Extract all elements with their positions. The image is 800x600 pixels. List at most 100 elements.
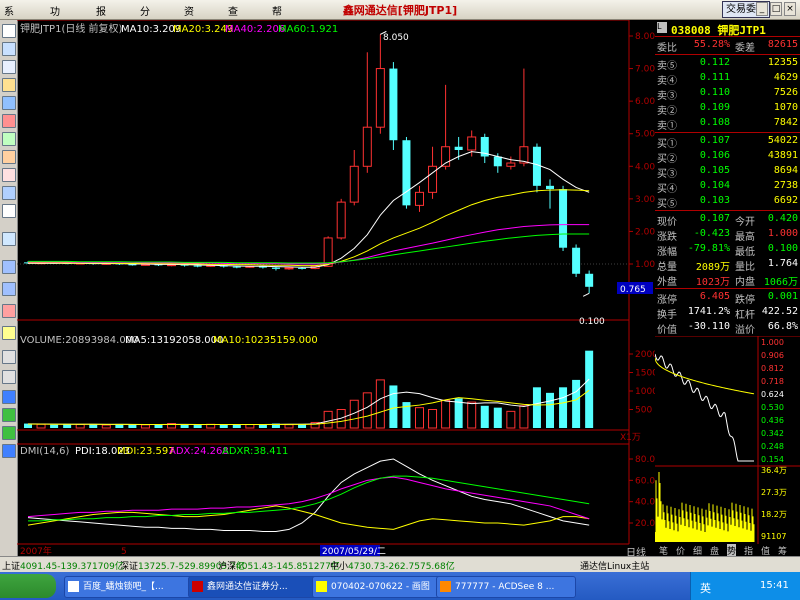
price-legend-ma60: MA60:1.921 xyxy=(278,24,338,35)
limit-label: 换手 xyxy=(657,310,677,321)
volume-bar xyxy=(180,424,189,428)
stat-value: 0.100 xyxy=(767,243,798,254)
divider xyxy=(655,54,800,55)
limit-value: 0.001 xyxy=(767,291,798,302)
kdj-icon[interactable] xyxy=(2,282,16,296)
maximize-button[interactable]: □ xyxy=(770,2,782,16)
volume-bar xyxy=(480,405,489,428)
close-button[interactable]: × xyxy=(784,2,796,16)
limit-value: 422.52 xyxy=(761,306,798,317)
volume-bar xyxy=(323,410,333,429)
bolling-icon[interactable] xyxy=(2,326,16,340)
x-axis-date: 2007/05/29/二 xyxy=(322,547,386,556)
quote-row: 卖④ 0.111 4629 xyxy=(655,71,800,87)
page-icon[interactable] xyxy=(2,204,16,218)
task-tdx[interactable]: 鑫网通达信证券分... xyxy=(188,576,328,598)
buy-price: 0.106 xyxy=(699,150,730,161)
task-paint[interactable]: 070402-070622 - 画图 xyxy=(312,576,452,598)
mini-price-label: 0.530 xyxy=(761,403,784,412)
pen-icon[interactable] xyxy=(2,150,16,164)
stat-value: 0.420 xyxy=(767,213,798,224)
volume-bar xyxy=(50,424,59,428)
stat-label: 外盘 xyxy=(657,277,677,288)
quote-row: 涨停 6.405 跌停 0.001 xyxy=(655,290,800,306)
divider xyxy=(655,210,800,211)
divider xyxy=(655,288,800,289)
arrow-up-icon[interactable] xyxy=(2,408,16,422)
kline-icon[interactable] xyxy=(2,78,16,92)
price-legend-name: 钾肥JTP1(日线 前复权) xyxy=(20,22,123,35)
volume-bar xyxy=(193,425,202,428)
news-icon[interactable] xyxy=(2,114,16,128)
stat-label: 最低 xyxy=(735,247,755,258)
dmi-lines-layer xyxy=(27,458,590,533)
status-value: 4091.45-139.371709亿 xyxy=(20,562,124,572)
task-baidu[interactable]: 百度_蟠烛锁吧_【... xyxy=(64,576,204,598)
stat-value: 1.764 xyxy=(767,258,798,269)
arrow-down-icon[interactable] xyxy=(2,426,16,440)
ime-indicator[interactable]: 英 xyxy=(700,580,711,596)
current-price-tag: 0.765 xyxy=(620,285,646,295)
volume-y-axis: 2000 1500 1000 500 xyxy=(629,350,655,416)
candle-body xyxy=(506,162,516,167)
folder-icon[interactable] xyxy=(2,168,16,182)
buy-quantity: 6692 xyxy=(773,195,798,206)
sell-level-label: 卖④ xyxy=(657,76,677,87)
mini-volume-label: 91107 xyxy=(761,532,786,541)
task-acdsee-label: 777777 - ACDSee 8 ... xyxy=(455,582,555,592)
minimize-button[interactable]: _ xyxy=(756,2,768,16)
volume-legend-ma5: MA5:13192058.000 xyxy=(125,335,223,346)
line-chart-icon[interactable] xyxy=(2,60,16,74)
task-tdx-label: 鑫网通达信证券分... xyxy=(207,582,288,592)
task-paint-label: 070402-070622 - 画图 xyxy=(331,582,430,592)
magnify-icon[interactable] xyxy=(2,350,16,364)
quote-value: 82615 xyxy=(767,39,798,50)
sell-level-label: 卖① xyxy=(657,121,677,132)
indicator-icon[interactable] xyxy=(2,96,16,110)
volume-bar xyxy=(415,407,424,429)
sell-price: 0.111 xyxy=(699,72,730,83)
task-acdsee[interactable]: 777777 - ACDSee 8 ... xyxy=(436,576,576,598)
mini-volume-label: 27.3万 xyxy=(761,488,787,497)
stat-label: 内盘 xyxy=(735,277,755,288)
move-icon[interactable] xyxy=(2,390,16,404)
sell-quantity: 1070 xyxy=(773,102,798,113)
grid-icon[interactable] xyxy=(2,42,16,56)
status-index: 上证4091.45-139.371709亿 xyxy=(2,559,124,572)
status-label: 上证 xyxy=(2,562,21,572)
quote-label: 委差 xyxy=(735,43,755,54)
volume-bars-layer xyxy=(24,350,594,429)
arrow-left-right-icon[interactable] xyxy=(2,444,16,458)
mini-price-label: 0.342 xyxy=(761,429,784,438)
rsi-icon[interactable] xyxy=(2,260,16,274)
x-axis-month: 5 xyxy=(121,547,127,556)
acdsee-icon xyxy=(440,581,451,592)
candle-body xyxy=(546,185,554,190)
limit-label: 价值 xyxy=(657,325,677,336)
mini-volume-axis: 36.4万 27.3万 18.2万 91107 xyxy=(761,466,787,541)
ma60-line xyxy=(28,233,590,264)
zoom-icon[interactable] xyxy=(2,370,16,384)
sell-quantity: 12355 xyxy=(767,57,798,68)
buy-price: 0.105 xyxy=(699,165,730,176)
volume-bar xyxy=(572,379,581,428)
calc-icon[interactable] xyxy=(2,232,16,246)
sar-icon[interactable] xyxy=(2,304,16,318)
clock: 15:41 xyxy=(760,580,789,591)
monitor-icon[interactable] xyxy=(2,186,16,200)
mini-volume-label: 36.4万 xyxy=(761,466,787,475)
volume-bar xyxy=(101,424,111,429)
volume-bar xyxy=(140,424,150,429)
price-tick-label: 5.00 xyxy=(635,130,655,140)
buy-level-label: 买③ xyxy=(657,169,677,180)
list-icon[interactable] xyxy=(2,24,16,38)
start-button[interactable] xyxy=(0,574,56,598)
mini-intraday-chart[interactable]: 1.000 0.906 0.812 0.718 0.624 0.530 0.436 0.342… xyxy=(655,336,800,544)
f10-icon[interactable] xyxy=(2,132,16,146)
dmi-legend-mdi: MDI:23.597 xyxy=(117,446,175,457)
chart-area[interactable]: 8.00 7.00 6.00 5.00 4.00 3.00 2.00 1.00 2000 150… xyxy=(17,20,655,556)
status-bar: 上证4091.45-139.371709亿 深证13725.7-529.89905… xyxy=(0,556,800,573)
stat-value: 1066万 xyxy=(763,277,798,288)
dmi-y-axis: 80.00 60.00 40.00 20.00 xyxy=(629,455,655,529)
volume-bar xyxy=(506,410,516,429)
